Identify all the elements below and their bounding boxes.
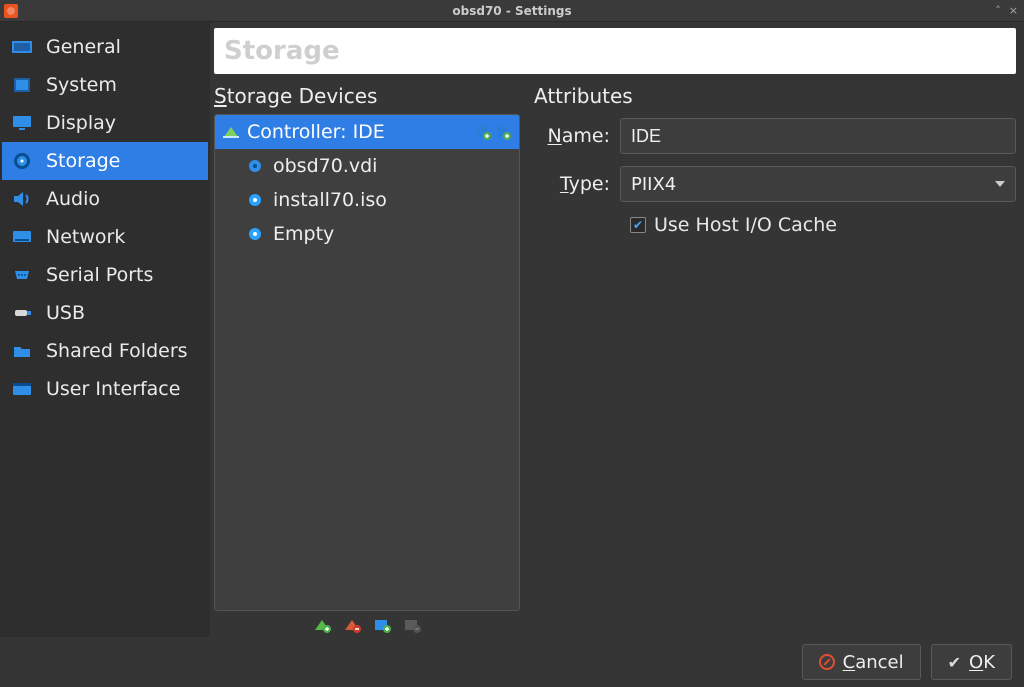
storage-item-hdd[interactable]: obsd70.vdi <box>215 149 519 183</box>
storage-item-cd-2[interactable]: Empty <box>215 217 519 251</box>
sidebar-item-label: System <box>46 74 117 96</box>
system-icon <box>12 76 34 94</box>
sidebar-item-label: USB <box>46 302 85 324</box>
attr-type-label: Type: <box>534 173 620 195</box>
storage-devices-title: Storage Devices <box>214 82 520 114</box>
storage-icon <box>12 152 34 170</box>
sidebar-item-audio[interactable]: Audio <box>2 180 208 218</box>
attr-row-name: Name: <box>534 118 1016 154</box>
settings-sidebar: General System Display Storage Audio <box>0 22 210 637</box>
host-io-cache-label: Use Host I/O Cache <box>654 214 837 236</box>
sidebar-item-network[interactable]: Network <box>2 218 208 256</box>
attributes-title: Attributes <box>534 82 1016 114</box>
storage-toolbar <box>214 611 520 637</box>
ok-button[interactable]: OK <box>931 644 1012 680</box>
usb-icon <box>12 304 34 322</box>
sidebar-item-storage[interactable]: Storage <box>2 142 208 180</box>
cancel-button[interactable]: Cancel <box>802 644 921 680</box>
storage-item-label: Empty <box>273 223 334 245</box>
window-title: obsd70 - Settings <box>0 4 1024 18</box>
controller-type-value: PIIX4 <box>631 174 676 195</box>
general-icon <box>12 38 34 56</box>
display-icon <box>12 114 34 132</box>
sidebar-item-label: User Interface <box>46 378 180 400</box>
page-title: Storage <box>224 36 340 66</box>
sidebar-item-system[interactable]: System <box>2 66 208 104</box>
network-icon <box>12 228 34 246</box>
cd-icon <box>247 192 263 208</box>
dialog-footer: Cancel OK <box>0 637 1024 687</box>
sidebar-item-label: Storage <box>46 150 120 172</box>
window-close-icon[interactable]: × <box>1009 4 1018 17</box>
sidebar-item-label: Network <box>46 226 125 248</box>
check-icon <box>948 652 961 673</box>
controller-type-select[interactable]: PIIX4 <box>620 166 1016 202</box>
sidebar-item-label: General <box>46 36 121 58</box>
sidebar-item-user-interface[interactable]: User Interface <box>2 370 208 408</box>
ui-icon <box>12 380 34 398</box>
add-attachment-button[interactable] <box>372 616 392 634</box>
settings-body: General System Display Storage Audio <box>0 22 1024 637</box>
controller-label: Controller: IDE <box>247 121 385 143</box>
remove-attachment-button[interactable] <box>402 616 422 634</box>
sidebar-item-usb[interactable]: USB <box>2 294 208 332</box>
storage-devices-column: Storage Devices Controller: IDE <box>214 82 520 637</box>
host-io-cache-checkbox[interactable] <box>630 217 646 233</box>
sidebar-item-serial-ports[interactable]: Serial Ports <box>2 256 208 294</box>
storage-controller-row[interactable]: Controller: IDE <box>215 115 519 149</box>
controller-name-input[interactable] <box>620 118 1016 154</box>
remove-controller-button[interactable] <box>342 616 362 634</box>
attr-row-cache[interactable]: Use Host I/O Cache <box>630 214 1016 236</box>
attr-row-type: Type: PIIX4 <box>534 166 1016 202</box>
storage-panels: Storage Devices Controller: IDE <box>214 82 1016 637</box>
audio-icon <box>12 190 34 208</box>
attr-name-label: Name: <box>534 125 620 147</box>
hdd-icon <box>247 158 263 174</box>
cancel-icon <box>819 654 835 670</box>
window-titlebar: obsd70 - Settings ˄ × <box>0 0 1024 22</box>
window-minimize-icon[interactable]: ˄ <box>995 4 1001 17</box>
sidebar-item-shared-folders[interactable]: Shared Folders <box>2 332 208 370</box>
sidebar-item-label: Shared Folders <box>46 340 188 362</box>
attributes-column: Attributes Name: Type: PIIX4 <box>534 82 1016 637</box>
storage-item-cd-1[interactable]: install70.iso <box>215 183 519 217</box>
sidebar-item-label: Display <box>46 112 116 134</box>
storage-tree[interactable]: Controller: IDE <box>214 114 520 611</box>
sidebar-item-label: Audio <box>46 188 100 210</box>
controller-icon <box>223 124 239 140</box>
folder-icon <box>12 342 34 360</box>
sidebar-item-display[interactable]: Display <box>2 104 208 142</box>
add-hdd-icon[interactable] <box>475 124 491 140</box>
sidebar-item-general[interactable]: General <box>2 28 208 66</box>
cd-icon <box>247 226 263 242</box>
settings-page: Storage Storage Devices Controller: IDE <box>210 22 1024 637</box>
add-optical-icon[interactable] <box>495 124 511 140</box>
storage-item-label: obsd70.vdi <box>273 155 377 177</box>
add-controller-button[interactable] <box>312 616 332 634</box>
storage-item-label: install70.iso <box>273 189 387 211</box>
serial-icon <box>12 266 34 284</box>
page-banner: Storage <box>214 28 1016 74</box>
sidebar-item-label: Serial Ports <box>46 264 153 286</box>
